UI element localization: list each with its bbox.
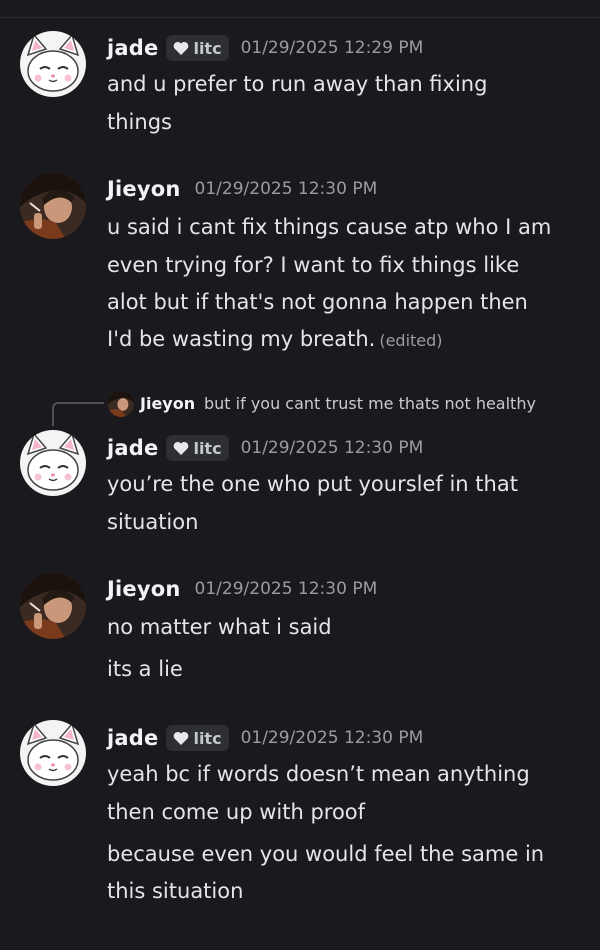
- next-message-peek: [107, 940, 507, 950]
- jade-avatar[interactable]: [20, 430, 86, 496]
- timestamp: 01/29/2025 12:30 PM: [240, 438, 424, 458]
- cat-avatar-icon: [20, 720, 86, 786]
- message-line: you’re the one who put yourslef in that: [107, 472, 518, 496]
- header-divider: [0, 17, 600, 18]
- reply-avatar[interactable]: [108, 391, 134, 417]
- message-line: situation: [107, 510, 199, 534]
- reply-preview[interactable]: but if you cant trust me thats not healt…: [204, 394, 536, 413]
- heart-icon: [174, 41, 189, 55]
- jieyon-avatar[interactable]: [20, 173, 86, 239]
- author-name[interactable]: Jieyon: [107, 577, 181, 601]
- server-tag[interactable]: litc: [166, 435, 229, 461]
- message-line: its a lie: [107, 657, 183, 681]
- cat-avatar-icon: [20, 31, 86, 97]
- message-text: I'd be wasting my breath.: [107, 327, 376, 351]
- author-name[interactable]: jade: [107, 36, 158, 60]
- heart-icon: [174, 441, 189, 455]
- server-tag-label: litc: [193, 438, 222, 458]
- message-line: u said i cant fix things cause atp who I…: [107, 215, 552, 239]
- jieyon-avatar-icon: [108, 391, 134, 417]
- reply-author[interactable]: Jieyon: [140, 394, 195, 413]
- timestamp: 01/29/2025 12:29 PM: [240, 38, 424, 58]
- timestamp: 01/29/2025 12:30 PM: [240, 728, 424, 748]
- server-tag-label: litc: [193, 728, 222, 748]
- server-tag[interactable]: litc: [166, 725, 229, 751]
- message-line: this situation: [107, 879, 244, 903]
- message-line: no matter what i said: [107, 615, 332, 639]
- server-tag-label: litc: [193, 38, 222, 58]
- message-line: even trying for? I want to fix things li…: [107, 253, 520, 277]
- cat-avatar-icon: [20, 430, 86, 496]
- message-line: because even you would feel the same in: [107, 842, 545, 866]
- timestamp: 01/29/2025 12:30 PM: [194, 579, 378, 599]
- jieyon-avatar[interactable]: [20, 573, 86, 639]
- jieyon-avatar-icon: [20, 173, 86, 239]
- author-name[interactable]: jade: [107, 726, 158, 750]
- author-name[interactable]: jade: [107, 436, 158, 460]
- author-name[interactable]: Jieyon: [107, 177, 181, 201]
- message-line: then come up with proof: [107, 800, 366, 824]
- timestamp: 01/29/2025 12:30 PM: [194, 179, 378, 199]
- jieyon-avatar-icon: [20, 573, 86, 639]
- jade-avatar[interactable]: [20, 31, 86, 97]
- server-tag[interactable]: litc: [166, 35, 229, 61]
- message-line: things: [107, 110, 172, 134]
- message-line: and u prefer to run away than fixing: [107, 72, 488, 96]
- edited-label: (edited): [379, 331, 443, 350]
- message-line: yeah bc if words doesn’t mean anything: [107, 762, 530, 786]
- message-line: alot but if that's not gonna happen then: [107, 290, 528, 314]
- heart-icon: [174, 731, 189, 745]
- message-line-last: I'd be wasting my breath. (edited): [107, 321, 443, 359]
- jade-avatar[interactable]: [20, 720, 86, 786]
- reply-spine: [52, 402, 104, 426]
